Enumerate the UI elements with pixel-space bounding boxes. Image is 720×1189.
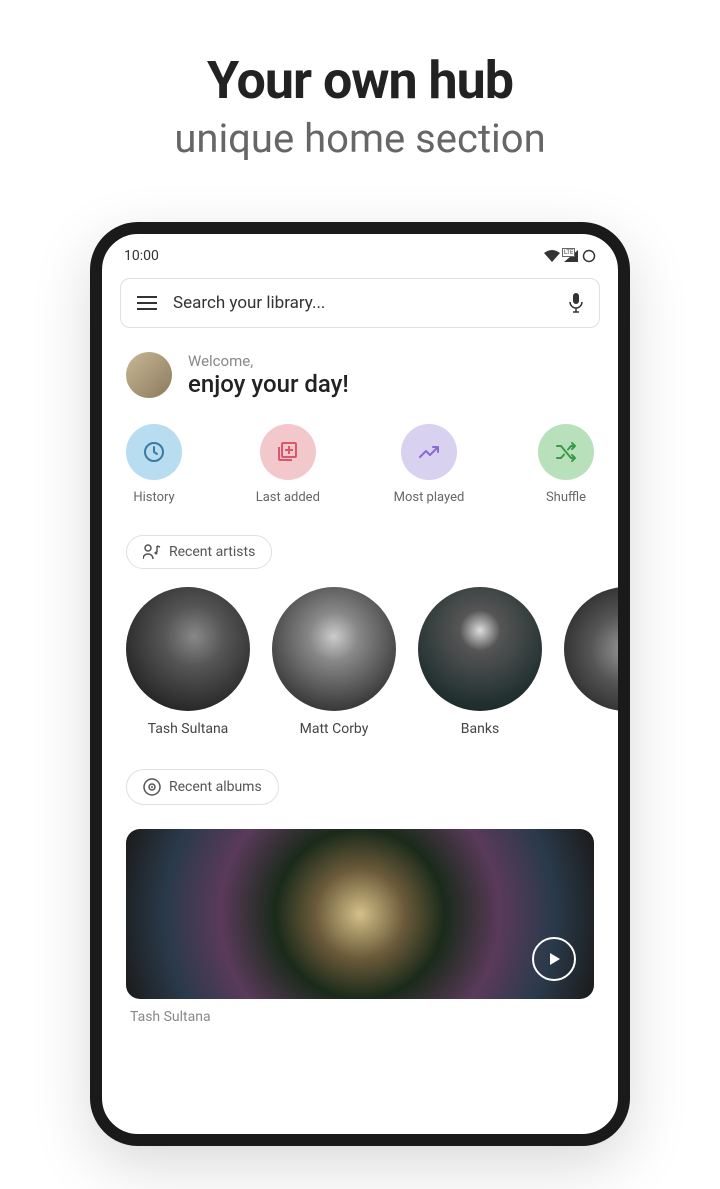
artist-image: [126, 587, 250, 711]
quick-action-shuffle[interactable]: Shuffle: [538, 424, 594, 505]
recent-albums-chip[interactable]: Recent albums: [126, 769, 279, 805]
recent-artists-chip[interactable]: Recent artists: [126, 535, 272, 569]
artist-item[interactable]: Tash Sultana: [126, 587, 250, 737]
artists-row[interactable]: Tash Sultana Matt Corby Banks: [102, 583, 618, 745]
welcome-message: enjoy your day!: [188, 370, 349, 398]
phone-frame: 10:00 LTE Search your library...: [90, 222, 630, 1146]
quick-label: Shuffle: [546, 490, 586, 505]
artist-name: Tash Sultana: [148, 721, 229, 737]
artist-image: [564, 587, 618, 711]
status-bar: 10:00 LTE: [102, 234, 618, 274]
search-bar[interactable]: Search your library...: [120, 278, 600, 328]
welcome-row: Welcome, enjoy your day!: [102, 332, 618, 412]
welcome-greeting: Welcome,: [188, 352, 349, 370]
wifi-icon: [544, 250, 560, 262]
artist-image: [272, 587, 396, 711]
quick-label: Most played: [394, 490, 465, 505]
clock-icon: [142, 440, 166, 464]
search-input[interactable]: Search your library...: [173, 293, 553, 313]
disc-icon: [143, 778, 161, 796]
shuffle-icon: [554, 440, 578, 464]
trending-up-icon: [417, 440, 441, 464]
play-button[interactable]: [532, 937, 576, 981]
quick-action-last-added[interactable]: Last added: [256, 424, 320, 505]
artist-item[interactable]: Banks: [418, 587, 542, 737]
avatar[interactable]: [126, 352, 172, 398]
artist-name: Banks: [461, 721, 499, 737]
menu-icon[interactable]: [137, 296, 157, 310]
quick-action-most-played[interactable]: Most played: [394, 424, 465, 505]
quick-label: Last added: [256, 490, 320, 505]
mic-icon[interactable]: [569, 293, 583, 313]
quick-action-history[interactable]: History: [126, 424, 182, 505]
promo-subtitle: unique home section: [20, 115, 700, 162]
plus-square-icon: [276, 440, 300, 464]
status-time: 10:00: [124, 248, 159, 264]
promo-title: Your own hub: [20, 50, 700, 111]
artist-image: [418, 587, 542, 711]
section-label: Recent artists: [169, 544, 255, 560]
person-music-icon: [143, 544, 161, 560]
promo-header: Your own hub unique home section: [0, 0, 720, 192]
quick-label: History: [133, 490, 174, 505]
artist-name: Matt Corby: [300, 721, 369, 737]
circle-icon: [582, 249, 596, 263]
signal-icon: LTE: [564, 250, 578, 262]
album-artist-label: Tash Sultana: [102, 999, 618, 1025]
artist-item-peek[interactable]: [564, 587, 588, 737]
section-label: Recent albums: [169, 779, 262, 795]
quick-actions: History Last added Most played: [102, 412, 618, 511]
status-icons: LTE: [544, 249, 596, 263]
album-card[interactable]: [126, 829, 594, 999]
artist-item[interactable]: Matt Corby: [272, 587, 396, 737]
